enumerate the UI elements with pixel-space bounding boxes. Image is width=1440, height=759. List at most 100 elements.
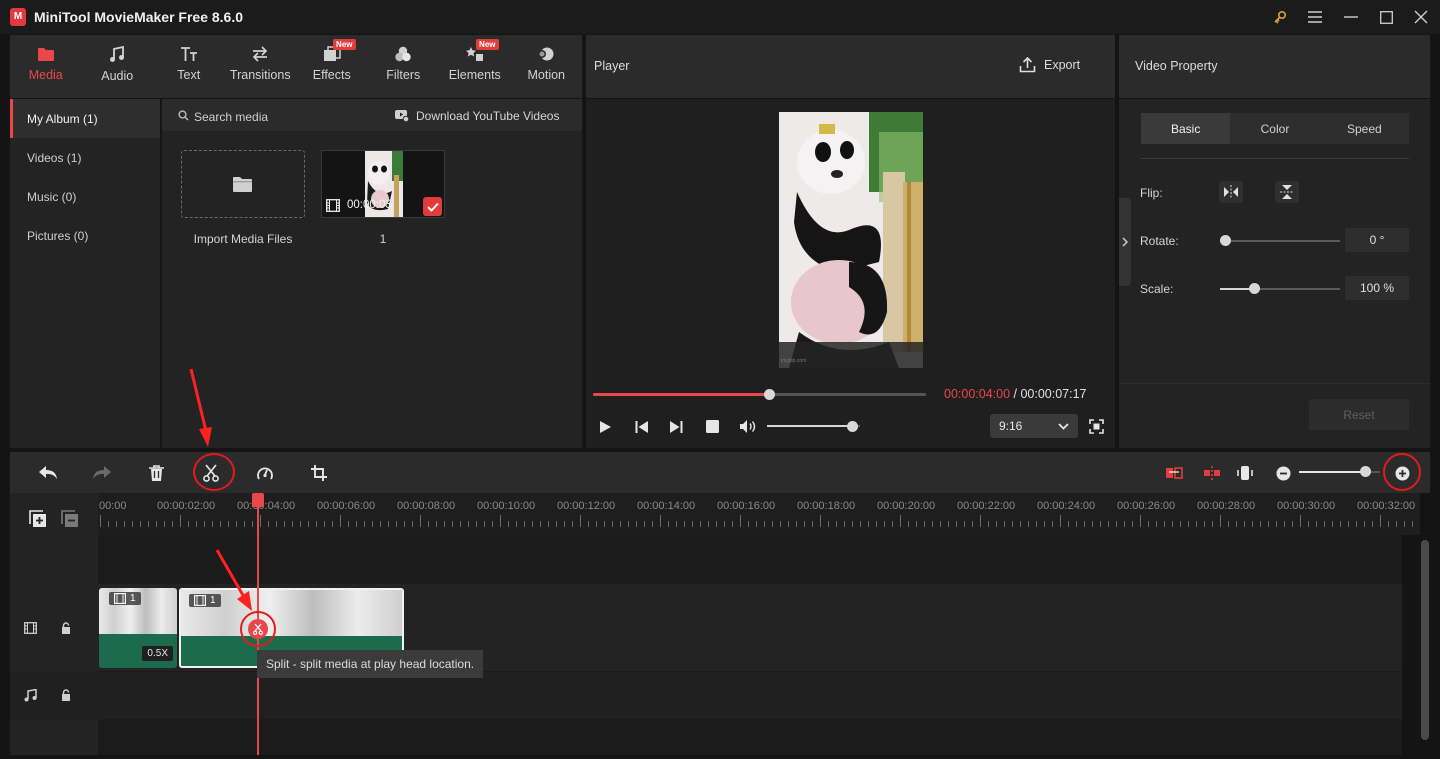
- tab-elements[interactable]: New Elements: [439, 35, 511, 98]
- maximize-icon[interactable]: [1374, 6, 1398, 28]
- redo-button[interactable]: [89, 460, 115, 486]
- chevron-down-icon: [1058, 422, 1069, 430]
- ruler-tick: [500, 515, 501, 527]
- video-preview[interactable]: [779, 112, 923, 368]
- fit-timeline-button[interactable]: [1161, 460, 1187, 486]
- ruler-tick: [572, 521, 573, 527]
- ruler-tick: [1076, 521, 1077, 527]
- video-track-icon: [24, 622, 37, 634]
- ruler-tick: [436, 521, 437, 527]
- playhead-handle[interactable]: [252, 493, 264, 507]
- undo-button[interactable]: [35, 460, 61, 486]
- ruler-tick: [980, 515, 981, 527]
- clip-selected-checkbox[interactable]: [423, 197, 442, 216]
- tab-speed[interactable]: Speed: [1320, 113, 1409, 144]
- split-button[interactable]: [198, 460, 224, 486]
- close-icon[interactable]: [1409, 6, 1433, 28]
- album-item-my-album[interactable]: My Album (1): [10, 99, 160, 138]
- speedometer-icon: [257, 467, 273, 480]
- clip-label: 1: [130, 593, 136, 604]
- ruler-tick: [756, 521, 757, 527]
- rotate-value-field[interactable]: 0 °: [1345, 228, 1409, 252]
- timeline-ruler[interactable]: 00:00 00:00:02:00 00:00:04:00 00:00:06:00 00…: [98, 493, 1420, 535]
- tab-media[interactable]: Media: [10, 35, 82, 98]
- ruler-tick: [284, 521, 285, 527]
- stop-button[interactable]: [706, 420, 719, 433]
- album-item-videos[interactable]: Videos (1): [10, 138, 160, 177]
- download-youtube-link[interactable]: Download YouTube Videos: [416, 109, 559, 123]
- ruler-tick-label: 00:00:24:00: [1037, 500, 1096, 512]
- ruler-tick: [1348, 521, 1349, 527]
- previous-frame-button[interactable]: [635, 420, 649, 434]
- speed-button[interactable]: [252, 460, 278, 486]
- ruler-tick: [964, 521, 965, 527]
- timeline-scrollbar[interactable]: [1421, 540, 1429, 740]
- tab-filters[interactable]: Filters: [368, 35, 440, 98]
- fullscreen-button[interactable]: [1089, 419, 1104, 434]
- rotate-slider[interactable]: [1220, 240, 1340, 242]
- minimize-icon[interactable]: [1339, 6, 1363, 28]
- ruler-tick: [460, 521, 461, 527]
- volume-icon: [740, 420, 756, 433]
- volume-knob[interactable]: [846, 421, 858, 432]
- player-timecode: 00:00:04:00 / 00:00:07:17: [944, 387, 1087, 401]
- play-button[interactable]: [599, 420, 612, 434]
- tab-text[interactable]: Text: [153, 35, 225, 98]
- crop-button[interactable]: [306, 460, 332, 486]
- zoom-out-button[interactable]: [1270, 460, 1296, 486]
- tab-color[interactable]: Color: [1230, 113, 1319, 144]
- snap-button[interactable]: [1199, 460, 1225, 486]
- video-track-lock-button[interactable]: [61, 622, 71, 634]
- ruler-tick: [1060, 515, 1061, 527]
- delete-button[interactable]: [143, 460, 169, 486]
- ruler-tick: [196, 521, 197, 527]
- ruler-tick: [668, 521, 669, 527]
- ruler-tick: [1276, 521, 1277, 527]
- ruler-tick: [476, 521, 477, 527]
- timeline-clip[interactable]: 1 0.5X: [99, 588, 177, 668]
- menu-icon[interactable]: [1303, 6, 1327, 28]
- audio-track-lock-button[interactable]: [61, 689, 71, 701]
- media-toolbar: Media Audio Text Transitions New Effects…: [10, 35, 582, 98]
- export-button[interactable]: Export: [1019, 56, 1080, 73]
- ruler-tick: [1404, 521, 1405, 527]
- add-track-button[interactable]: [29, 510, 47, 528]
- tab-basic[interactable]: Basic: [1141, 113, 1231, 144]
- rotate-slider-knob[interactable]: [1220, 235, 1231, 246]
- ruler-tick: [1372, 521, 1373, 527]
- collapse-panel-button[interactable]: [1119, 198, 1131, 286]
- playhead-split-button[interactable]: [248, 619, 268, 639]
- ruler-tick: [748, 521, 749, 527]
- ruler-tick-label: 00:00:32:00: [1357, 500, 1416, 512]
- tab-transitions[interactable]: Transitions: [225, 35, 297, 98]
- import-media-button[interactable]: [181, 150, 305, 218]
- ruler-tick: [348, 521, 349, 527]
- undo-icon: [39, 466, 57, 479]
- zoom-in-button[interactable]: [1389, 460, 1415, 486]
- reset-button[interactable]: Reset: [1309, 399, 1409, 430]
- ruler-tick: [532, 521, 533, 527]
- tab-audio[interactable]: Audio: [82, 35, 154, 98]
- key-icon[interactable]: [1268, 6, 1292, 28]
- player-progress-track[interactable]: [593, 393, 926, 396]
- total-time: 00:00:07:17: [1020, 387, 1087, 401]
- audio-mix-button[interactable]: [1232, 460, 1258, 486]
- flip-horizontal-button[interactable]: [1219, 181, 1243, 203]
- volume-button[interactable]: [739, 419, 757, 434]
- scale-slider-knob[interactable]: [1248, 283, 1260, 294]
- aspect-ratio-select[interactable]: 9:16: [990, 414, 1078, 438]
- album-item-music[interactable]: Music (0): [10, 177, 160, 216]
- ruler-tick-label: 00:00:18:00: [797, 500, 856, 512]
- flip-vertical-button[interactable]: [1275, 181, 1299, 203]
- tab-effects[interactable]: New Effects: [296, 35, 368, 98]
- ruler-tick: [316, 521, 317, 527]
- remove-track-button[interactable]: [61, 510, 79, 528]
- scale-value-field[interactable]: 100 %: [1345, 276, 1409, 300]
- album-item-pictures[interactable]: Pictures (0): [10, 216, 160, 255]
- ruler-tick: [172, 521, 173, 527]
- tab-motion[interactable]: Motion: [511, 35, 583, 98]
- search-input[interactable]: Search media: [194, 110, 268, 124]
- scale-slider[interactable]: [1220, 288, 1340, 290]
- next-frame-button[interactable]: [669, 420, 683, 434]
- ruler-tick: [252, 521, 253, 527]
